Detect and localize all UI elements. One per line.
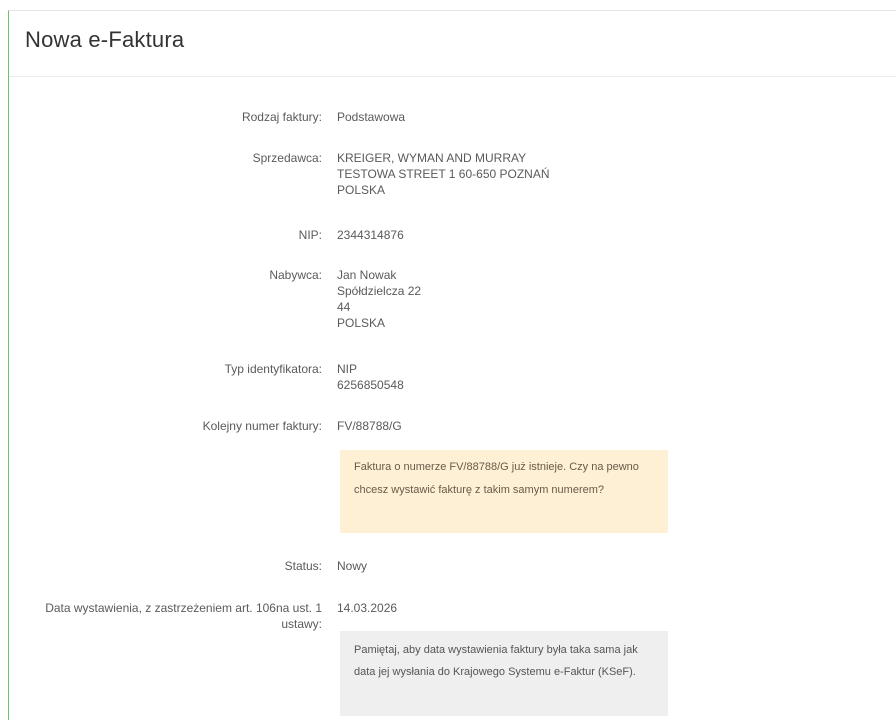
status-value: Nowy — [337, 559, 368, 573]
invoice-number-value: FV/88788/G — [337, 419, 402, 433]
issue-date-value: 14.03.2026 — [337, 601, 398, 615]
id-type-value: NIP 6256850548 — [337, 361, 697, 393]
invoice-type-value: Podstawowa — [337, 110, 406, 124]
seller-line: POLSKA — [337, 183, 386, 197]
invoice-type-label: Rodzaj faktury: — [241, 110, 322, 124]
page-title: Nowa e-Faktura — [25, 27, 185, 52]
seller-label: Sprzedawca: — [252, 151, 322, 165]
buyer-line: Jan Nowak — [337, 268, 397, 282]
id-type-line: NIP — [337, 362, 358, 376]
buyer-value: Jan Nowak Spółdzielcza 22 44 POLSKA — [337, 267, 697, 331]
duplicate-number-warning: Faktura o numerze FV/88788/G już istniej… — [340, 450, 668, 533]
issue-date-info: Pamiętaj, aby data wystawienia faktury b… — [340, 631, 668, 716]
seller-line: KREIGER, WYMAN AND MURRAY — [337, 151, 527, 165]
buyer-line: Spółdzielcza 22 — [337, 284, 422, 298]
seller-value: KREIGER, WYMAN AND MURRAY TESTOWA STREET… — [337, 150, 697, 198]
nip-label: NIP: — [298, 228, 322, 242]
status-label: Status: — [284, 559, 322, 573]
seller-line: TESTOWA STREET 1 60-650 POZNAŃ — [337, 167, 550, 181]
buyer-line: 44 — [337, 300, 351, 314]
nip-value: 2344314876 — [337, 228, 404, 242]
issue-date-label: Data wystawienia, z zastrzeżeniem art. 1… — [45, 601, 322, 631]
buyer-line: POLSKA — [337, 316, 386, 330]
page: Nowa e-Faktura Rodzaj faktury: Podstawow… — [0, 0, 896, 720]
id-type-label: Typ identyfikatora: — [224, 362, 322, 376]
id-type-line: 6256850548 — [337, 378, 404, 392]
invoice-number-label: Kolejny numer faktury: — [202, 419, 322, 433]
buyer-label: Nabywca: — [269, 268, 322, 282]
panel-header: Nowa e-Faktura — [9, 11, 896, 77]
